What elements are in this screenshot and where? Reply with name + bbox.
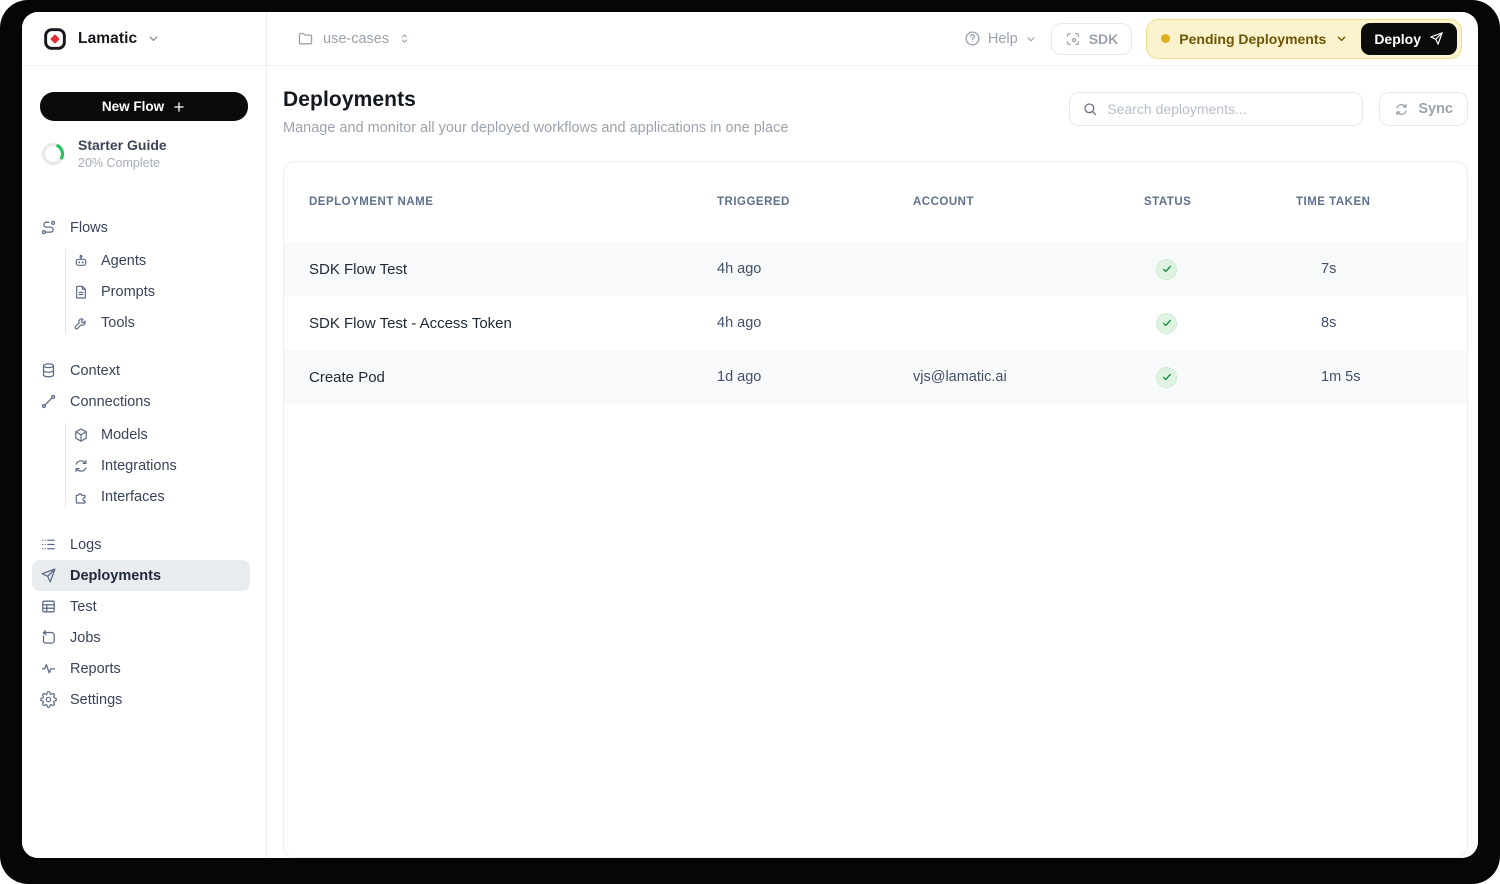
topbar: use-cases Help SDK Pending Deployments xyxy=(267,12,1478,66)
chevrons-up-down-icon xyxy=(398,32,411,45)
workflow-icon xyxy=(40,219,57,236)
code-frame-icon xyxy=(1065,31,1081,47)
deployment-account: vjs@lamatic.ai xyxy=(913,369,1144,385)
connections-subnav: Models Integrations Interfaces xyxy=(22,417,266,514)
link-nodes-icon xyxy=(40,393,57,410)
column-time-taken: TIME TAKEN xyxy=(1296,196,1467,208)
column-status: STATUS xyxy=(1144,196,1296,208)
project-name: use-cases xyxy=(323,31,389,47)
sidebar-nav: Flows Agents Prompts Tools Cont xyxy=(22,212,266,715)
status-success-icon xyxy=(1156,259,1177,280)
deployment-time-taken: 7s xyxy=(1296,261,1467,277)
sidebar-item-settings[interactable]: Settings xyxy=(22,684,266,715)
screen-frame: Lamatic New Flow Starter Guide 20% Compl… xyxy=(0,0,1500,884)
sidebar-item-prompts[interactable]: Prompts xyxy=(22,276,266,307)
import-arrow-icon xyxy=(40,629,57,646)
list-icon xyxy=(40,536,57,553)
column-account: ACCOUNT xyxy=(913,196,1144,208)
table-body: SDK Flow Test 4h ago 7s SDK Flow Test - … xyxy=(284,242,1467,404)
workspace-switcher[interactable]: Lamatic xyxy=(22,12,266,66)
database-icon xyxy=(40,362,57,379)
new-flow-button[interactable]: New Flow xyxy=(40,92,248,121)
deployment-time-taken: 1m 5s xyxy=(1296,369,1467,385)
refresh-icon xyxy=(1394,102,1409,117)
help-circle-icon xyxy=(964,30,981,47)
wrench-icon xyxy=(73,315,89,331)
cube-icon xyxy=(73,427,89,443)
main-area: use-cases Help SDK Pending Deployments xyxy=(267,12,1478,858)
bot-icon xyxy=(73,253,89,269)
chevron-down-icon xyxy=(1025,33,1037,45)
deployments-table: DEPLOYMENT NAME TRIGGERED ACCOUNT STATUS… xyxy=(283,161,1468,858)
chevron-down-icon[interactable] xyxy=(1335,32,1348,45)
sidebar-item-test[interactable]: Test xyxy=(22,591,266,622)
pending-deployments-label[interactable]: Pending Deployments xyxy=(1179,31,1326,47)
table-row[interactable]: Create Pod 1d ago vjs@lamatic.ai 1m 5s xyxy=(284,350,1467,404)
table-row[interactable]: SDK Flow Test - Access Token 4h ago 8s xyxy=(284,296,1467,350)
sidebar-item-tools[interactable]: Tools xyxy=(22,307,266,338)
pending-dot-icon xyxy=(1161,34,1170,43)
lamatic-logo-icon xyxy=(42,26,68,52)
sidebar: Lamatic New Flow Starter Guide 20% Compl… xyxy=(22,12,267,858)
flows-subnav: Agents Prompts Tools xyxy=(22,243,266,340)
deployment-triggered: 4h ago xyxy=(717,315,913,331)
search-deployments-input[interactable] xyxy=(1069,92,1363,126)
starter-guide-title: Starter Guide xyxy=(78,137,167,153)
puzzle-icon xyxy=(73,489,89,505)
brand-name: Lamatic xyxy=(78,30,137,48)
sidebar-item-deployments[interactable]: Deployments xyxy=(32,560,250,591)
folder-icon xyxy=(297,30,314,47)
file-text-icon xyxy=(73,284,89,300)
sidebar-item-flows[interactable]: Flows xyxy=(22,212,266,243)
deploy-button[interactable]: Deploy xyxy=(1361,23,1457,55)
deployment-time-taken: 8s xyxy=(1296,315,1467,331)
status-success-icon xyxy=(1156,313,1177,334)
progress-ring-icon xyxy=(40,141,66,167)
search-icon xyxy=(1082,101,1098,117)
project-switcher[interactable]: use-cases xyxy=(297,30,411,47)
sdk-button[interactable]: SDK xyxy=(1051,23,1133,55)
table-row[interactable]: SDK Flow Test 4h ago 7s xyxy=(284,242,1467,296)
plus-icon xyxy=(172,100,186,114)
sidebar-item-integrations[interactable]: Integrations xyxy=(22,450,266,481)
send-icon xyxy=(1429,31,1444,46)
table-header: DEPLOYMENT NAME TRIGGERED ACCOUNT STATUS… xyxy=(284,162,1467,242)
sidebar-item-connections[interactable]: Connections xyxy=(22,386,266,417)
activity-icon xyxy=(40,660,57,677)
page-subtitle: Manage and monitor all your deployed wor… xyxy=(283,120,788,136)
sidebar-item-context[interactable]: Context xyxy=(22,355,266,386)
sidebar-item-reports[interactable]: Reports xyxy=(22,653,266,684)
starter-guide-progress: 20% Complete xyxy=(78,156,167,170)
sync-button[interactable]: Sync xyxy=(1379,92,1468,126)
chevron-down-icon xyxy=(147,32,160,45)
deployment-name: Create Pod xyxy=(309,369,717,386)
table-icon xyxy=(40,598,57,615)
deployment-name: SDK Flow Test xyxy=(309,261,717,278)
app-window: Lamatic New Flow Starter Guide 20% Compl… xyxy=(22,12,1478,858)
starter-guide[interactable]: Starter Guide 20% Complete xyxy=(40,137,246,170)
sidebar-item-logs[interactable]: Logs xyxy=(22,529,266,560)
deployment-triggered: 1d ago xyxy=(717,369,913,385)
sidebar-item-interfaces[interactable]: Interfaces xyxy=(22,481,266,512)
sidebar-item-models[interactable]: Models xyxy=(22,419,266,450)
sync-loop-icon xyxy=(73,458,89,474)
content: Deployments Manage and monitor all your … xyxy=(267,66,1478,858)
send-icon xyxy=(40,567,57,584)
deployment-name: SDK Flow Test - Access Token xyxy=(309,315,717,332)
sidebar-item-jobs[interactable]: Jobs xyxy=(22,622,266,653)
help-label: Help xyxy=(988,31,1018,47)
sidebar-item-agents[interactable]: Agents xyxy=(22,245,266,276)
page-title: Deployments xyxy=(283,88,788,112)
gear-icon xyxy=(40,691,57,708)
column-triggered: TRIGGERED xyxy=(717,196,913,208)
column-deployment-name: DEPLOYMENT NAME xyxy=(309,196,717,208)
search-input[interactable] xyxy=(1107,101,1350,117)
status-success-icon xyxy=(1156,367,1177,388)
pending-deployments-pill: Pending Deployments Deploy xyxy=(1146,19,1462,59)
deployment-triggered: 4h ago xyxy=(717,261,913,277)
help-menu[interactable]: Help xyxy=(964,30,1037,47)
